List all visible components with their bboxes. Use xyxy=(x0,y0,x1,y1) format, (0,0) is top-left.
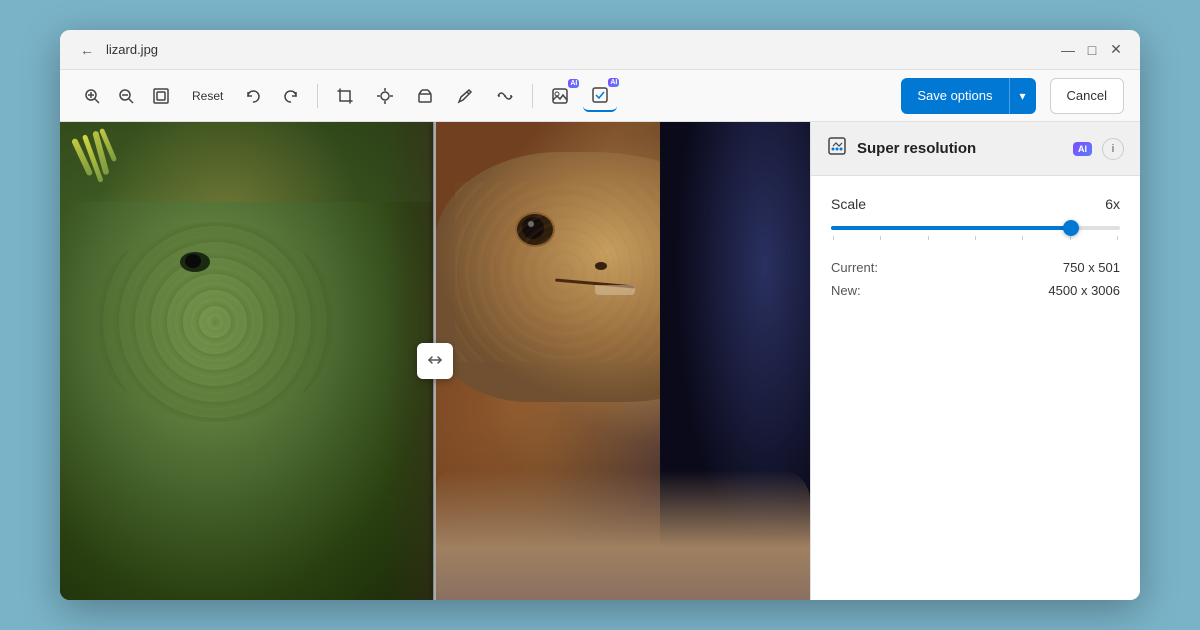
reset-button[interactable]: Reset xyxy=(184,83,231,109)
adjust-icon xyxy=(376,87,394,105)
erase-icon xyxy=(416,87,434,105)
new-label: New: xyxy=(831,283,861,298)
new-value: 4500 x 3006 xyxy=(1048,283,1120,298)
draw-button[interactable] xyxy=(448,81,482,111)
fit-button[interactable] xyxy=(144,81,178,111)
crop-icon xyxy=(336,87,354,105)
toolbar-divider-1 xyxy=(317,84,318,108)
image-container xyxy=(60,122,810,600)
toolbar: Reset xyxy=(60,70,1140,122)
current-value: 750 x 501 xyxy=(1063,260,1120,275)
current-size-row: Current: 750 x 501 xyxy=(831,260,1120,275)
adjust-button[interactable] xyxy=(368,81,402,111)
ai-tool1-button[interactable]: AI xyxy=(543,81,577,111)
bg-remove-button[interactable] xyxy=(488,81,522,111)
image-before xyxy=(60,122,435,600)
cancel-button[interactable]: Cancel xyxy=(1050,78,1124,114)
panel-ai-badge: AI xyxy=(1073,142,1092,156)
crop-button[interactable] xyxy=(328,81,362,111)
new-size-row: New: 4500 x 3006 xyxy=(831,283,1120,298)
redo-button[interactable] xyxy=(275,82,307,110)
ai-tool1-icon xyxy=(551,87,569,105)
scale-label: Scale xyxy=(831,196,866,212)
swap-icon xyxy=(427,353,443,369)
undo-icon xyxy=(245,88,261,104)
zoom-out-icon xyxy=(118,88,134,104)
slider-thumb[interactable] xyxy=(1063,220,1079,236)
panel-title: Super resolution xyxy=(857,140,1063,157)
close-button[interactable]: ✕ xyxy=(1108,44,1124,56)
save-options-dropdown-button[interactable]: ▾ xyxy=(1010,78,1036,114)
slider-tick xyxy=(1117,236,1118,240)
zoom-group xyxy=(76,81,178,111)
slider-tick xyxy=(833,236,834,240)
minimize-button[interactable]: — xyxy=(1060,44,1076,56)
fit-icon xyxy=(152,87,170,105)
back-button[interactable]: ← xyxy=(76,38,98,62)
ai-tool2-button[interactable]: AI xyxy=(583,80,617,112)
slider-tick xyxy=(928,236,929,240)
file-title: lizard.jpg xyxy=(106,42,158,57)
undo-button[interactable] xyxy=(237,82,269,110)
slider-tick xyxy=(1022,236,1023,240)
scale-row: Scale 6x xyxy=(831,196,1120,212)
ai-badge-1: AI xyxy=(568,79,579,88)
slider-fill xyxy=(831,226,1071,230)
window-controls: — □ ✕ xyxy=(1060,44,1124,56)
image-area xyxy=(60,122,810,600)
title-bar-left: ← lizard.jpg xyxy=(76,38,158,62)
maximize-button[interactable]: □ xyxy=(1084,44,1100,56)
panel-body: Scale 6x xyxy=(811,176,1140,600)
zoom-in-icon xyxy=(84,88,100,104)
zoom-out-button[interactable] xyxy=(110,82,142,110)
toolbar-divider-2 xyxy=(532,84,533,108)
bg-remove-icon xyxy=(496,87,514,105)
slider-tick xyxy=(975,236,976,240)
app-window: ← lizard.jpg — □ ✕ xyxy=(60,30,1140,600)
super-resolution-icon xyxy=(827,136,847,156)
slider-track xyxy=(831,226,1120,230)
right-panel: Super resolution AI i Scale 6x xyxy=(810,122,1140,600)
draw-icon xyxy=(456,87,474,105)
info-button[interactable]: i xyxy=(1102,138,1124,160)
slider-ticks xyxy=(831,236,1120,240)
current-label: Current: xyxy=(831,260,878,275)
save-options-group: Save options ▾ xyxy=(901,78,1035,114)
title-bar: ← lizard.jpg — □ ✕ xyxy=(60,30,1140,70)
image-divider-handle[interactable] xyxy=(417,343,453,379)
scale-value: 6x xyxy=(1105,196,1120,212)
erase-button[interactable] xyxy=(408,81,442,111)
ai-tool2-icon xyxy=(591,86,609,104)
slider-container xyxy=(831,226,1120,240)
main-content: Super resolution AI i Scale 6x xyxy=(60,122,1140,600)
save-options-button[interactable]: Save options xyxy=(901,78,1009,114)
zoom-in-button[interactable] xyxy=(76,82,108,110)
slider-tick xyxy=(880,236,881,240)
panel-icon xyxy=(827,136,847,161)
ai-badge-2: AI xyxy=(608,78,619,87)
panel-header: Super resolution AI i xyxy=(811,122,1140,176)
slider-tick xyxy=(1070,236,1071,240)
redo-icon xyxy=(283,88,299,104)
image-after xyxy=(435,122,810,600)
